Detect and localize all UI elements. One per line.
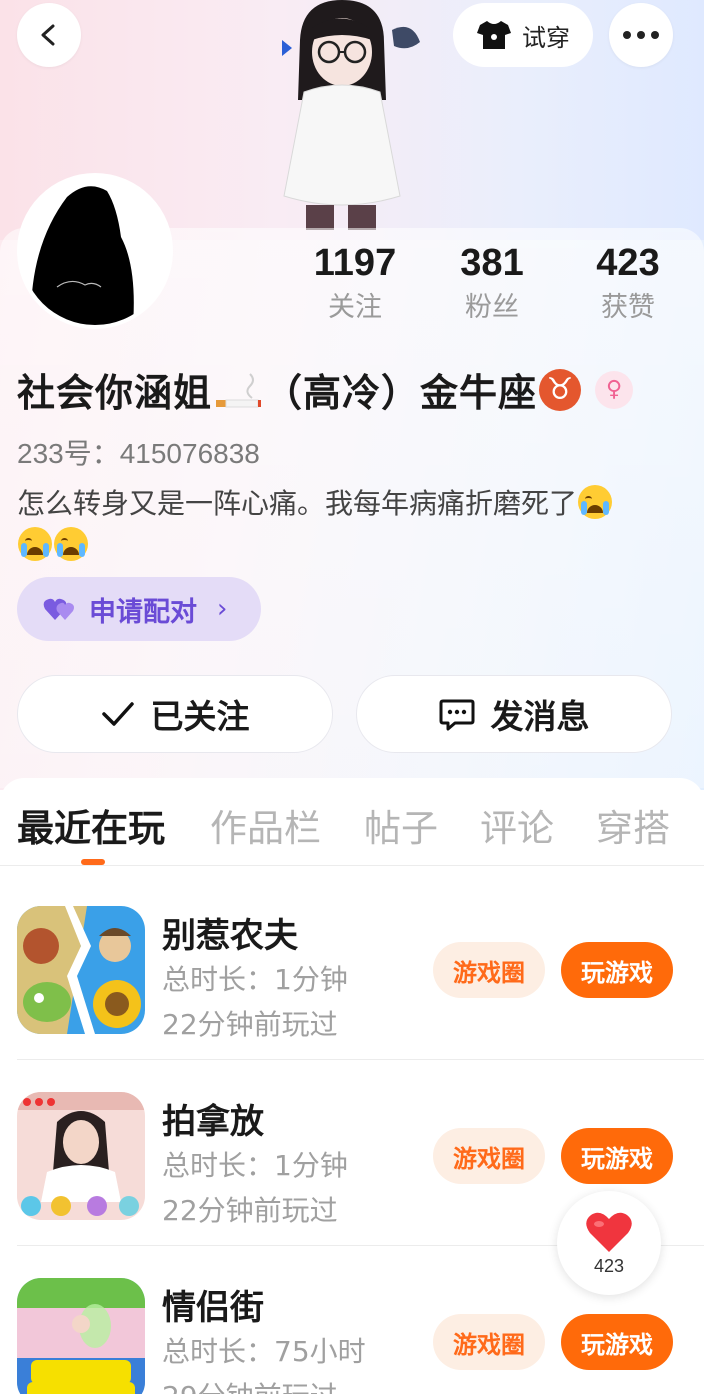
game-icon-pai-na-fang[interactable] (17, 1092, 145, 1220)
try-on-label: 试穿 (522, 23, 570, 52)
tab-outfits[interactable]: 穿搭 (596, 798, 670, 852)
tab-comments[interactable]: 评论 (480, 798, 554, 852)
avatar[interactable] (17, 173, 173, 329)
play-game-button[interactable]: 玩游戏 (561, 1314, 673, 1370)
stat-likes[interactable]: 423 获赞 (578, 240, 678, 328)
back-button[interactable] (17, 3, 81, 67)
username-row: 社会你涵姐 （高冷）金牛座 ♉ ♀ (17, 362, 634, 417)
double-heart-icon (43, 598, 74, 620)
username-part2: （高冷）金牛座 (264, 371, 538, 415)
tshirt-icon (477, 21, 511, 49)
bio: 怎么转身又是一阵心痛。我每年病痛折磨死了 (17, 483, 687, 567)
taurus-icon: ♉ (539, 368, 582, 411)
send-message-button[interactable]: 发消息 (356, 675, 672, 753)
chat-icon (439, 699, 474, 731)
game-name: 情侣街 (162, 1288, 264, 1328)
game-duration: 总时长：75小时 (162, 1335, 366, 1368)
game-circle-button[interactable]: 游戏圈 (433, 942, 545, 998)
match-request-button[interactable]: 申请配对 › (17, 577, 261, 641)
avatar-image (21, 177, 169, 325)
game-duration: 总时长：1分钟 (162, 1149, 348, 1182)
profile-tabs: 最近在玩 作品栏 帖子 评论 穿搭 (0, 778, 704, 866)
list-item[interactable]: 别惹农夫 总时长：1分钟 22分钟前玩过 游戏圈 玩游戏 (0, 874, 704, 1060)
heart-icon (586, 1212, 632, 1252)
try-on-button[interactable]: 试穿 (453, 3, 593, 67)
chevron-right-icon: › (217, 594, 228, 624)
followed-button[interactable]: 已关注 (17, 675, 333, 753)
fans-label: 粉丝 (465, 292, 519, 323)
username-part1: 社会你涵姐 (17, 371, 213, 415)
cigarette-icon (216, 372, 262, 407)
game-last-played: 29分钟前玩过 (162, 1375, 338, 1394)
check-icon (101, 702, 134, 726)
play-game-button[interactable]: 玩游戏 (561, 1128, 673, 1184)
like-count: 423 (593, 1255, 625, 1276)
followed-label: 已关注 (150, 697, 250, 736)
back-icon (41, 24, 55, 46)
crying-emoji-icon (54, 527, 88, 561)
likes-label: 获赞 (601, 292, 655, 323)
game-icon-farmer[interactable] (17, 906, 145, 1034)
following-count: 1197 (313, 242, 397, 284)
more-icon (623, 31, 659, 39)
stat-following[interactable]: 1197 关注 (300, 240, 410, 328)
play-game-button[interactable]: 玩游戏 (561, 942, 673, 998)
message-label: 发消息 (490, 697, 590, 736)
game-duration: 总时长：1分钟 (162, 963, 348, 996)
tab-recently-played[interactable]: 最近在玩 (17, 798, 165, 852)
fans-count: 381 (460, 242, 524, 284)
crying-emoji-icon (18, 527, 52, 561)
game-circle-button[interactable]: 游戏圈 (433, 1314, 545, 1370)
bio-text: 怎么转身又是一阵心痛。我每年病痛折磨死了 (17, 487, 578, 520)
more-button[interactable] (609, 3, 673, 67)
game-icon-couple-street[interactable] (17, 1278, 145, 1394)
crying-emoji-icon (578, 485, 613, 519)
tab-works[interactable]: 作品栏 (210, 798, 321, 852)
following-label: 关注 (328, 292, 382, 323)
stat-fans[interactable]: 381 粉丝 (440, 240, 544, 328)
avatar-3d-figure (282, 0, 420, 230)
active-tab-indicator (81, 859, 105, 865)
game-last-played: 22分钟前玩过 (162, 1008, 338, 1041)
user-id: 233号：415076838 (17, 438, 260, 469)
match-label: 申请配对 (89, 596, 197, 628)
game-last-played: 22分钟前玩过 (162, 1194, 338, 1227)
tab-posts[interactable]: 帖子 (364, 798, 438, 852)
likes-count: 423 (596, 242, 660, 284)
game-name: 拍拿放 (162, 1102, 264, 1142)
like-button[interactable]: 423 (557, 1191, 661, 1295)
game-name: 别惹农夫 (162, 916, 298, 956)
female-gender-icon: ♀ (595, 370, 634, 409)
game-circle-button[interactable]: 游戏圈 (433, 1128, 545, 1184)
